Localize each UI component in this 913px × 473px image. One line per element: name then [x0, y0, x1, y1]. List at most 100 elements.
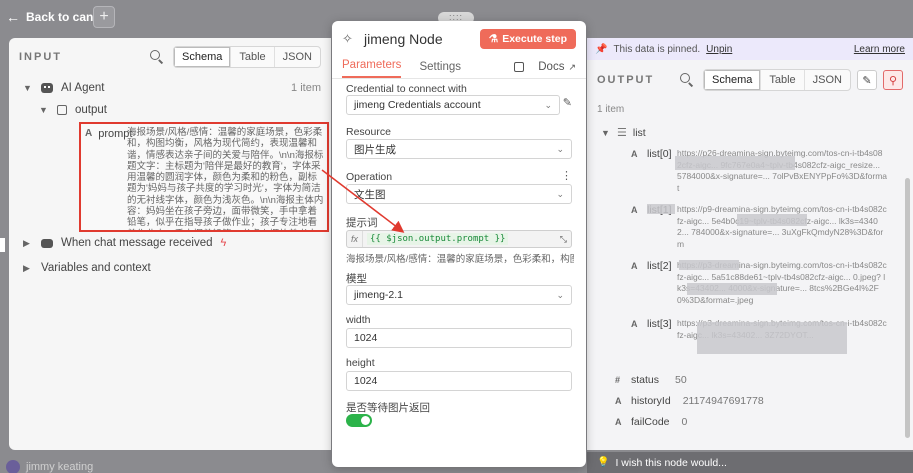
tree-output[interactable]: ▼ output	[39, 104, 107, 116]
node-type-icon: ✧	[342, 31, 353, 46]
input-view-json[interactable]: JSON	[275, 47, 320, 67]
prompt-key: A prompt	[85, 128, 132, 140]
operation-label: Operation	[346, 171, 393, 183]
operation-value: 文生图	[354, 188, 386, 201]
resource-select[interactable]: 图片生成 ⌄	[346, 139, 572, 159]
list-item[interactable]: A list[3]	[631, 318, 672, 330]
tree-variables[interactable]: ▶ Variables and context	[23, 262, 151, 274]
canvas-edge	[0, 238, 5, 252]
field-history-id[interactable]: A historyId 21174947691778	[615, 395, 764, 407]
pin-icon: ⚲	[888, 74, 898, 87]
height-value: 1024	[354, 375, 378, 387]
learn-more-link[interactable]: Learn more	[854, 44, 905, 55]
wait-toggle[interactable]	[346, 414, 372, 427]
list-item-key: list[3]	[647, 318, 672, 330]
node-settings-panel: ✧ jimeng Node ⚗ Execute step Parameters …	[332, 21, 586, 467]
operation-select[interactable]: 文生图 ⌄	[346, 184, 572, 204]
unpin-link[interactable]: Unpin	[706, 44, 732, 55]
chevron-down-icon: ⌄	[556, 143, 564, 154]
docs-link[interactable]: Docs ↗	[514, 61, 576, 73]
history-key: historyId	[631, 395, 671, 407]
field-fail-code[interactable]: A failCode 0	[615, 416, 687, 428]
input-view-table[interactable]: Table	[231, 47, 275, 67]
list-item-key: list[2]	[647, 260, 672, 272]
list-item-key: list[0]	[647, 148, 672, 160]
history-value: 21174947691778	[682, 395, 764, 407]
user-menu[interactable]: jimmy keating	[6, 460, 93, 473]
expand-icon[interactable]: ⤡	[560, 234, 567, 245]
width-label: width	[346, 314, 371, 326]
height-input[interactable]: 1024	[346, 371, 572, 391]
credential-select[interactable]: jimeng Credentials account ⌄	[346, 95, 560, 115]
node-title[interactable]: jimeng Node	[364, 31, 472, 47]
object-icon	[57, 105, 67, 115]
robot-icon	[41, 83, 53, 93]
status-value: 50	[675, 374, 687, 386]
chevron-down-icon: ▼	[23, 83, 32, 93]
output-view-schema[interactable]: Schema	[704, 70, 762, 90]
plus-icon: +	[99, 8, 109, 25]
output-scrollbar[interactable]	[905, 178, 910, 438]
node-tabs: Parameters Settings Docs ↗	[332, 57, 586, 79]
input-view-schema[interactable]: Schema	[174, 47, 232, 67]
edit-output-button[interactable]: ✎	[857, 70, 877, 90]
output-title: OUTPUT	[597, 74, 655, 86]
pin-data-button[interactable]: ⚲	[883, 70, 903, 90]
ai-agent-label: AI Agent	[61, 82, 105, 94]
redacted-blur	[675, 156, 795, 170]
string-type-icon: A	[631, 205, 638, 215]
width-input[interactable]: 1024	[346, 328, 572, 348]
input-title: INPUT	[19, 51, 62, 63]
redacted-blur	[737, 214, 807, 226]
chevron-down-icon: ▼	[601, 127, 610, 138]
pencil-icon: ✎	[862, 74, 872, 87]
output-count: 1 item	[597, 104, 625, 115]
tab-parameters[interactable]: Parameters	[342, 59, 402, 78]
feedback-label: I wish this node would...	[615, 456, 727, 469]
node-header: ✧ jimeng Node ⚗ Execute step	[332, 21, 586, 57]
search-icon[interactable]	[149, 49, 165, 65]
prompt-expression-input[interactable]: fx {{ $json.output.prompt }} ⤡	[346, 230, 572, 248]
edit-credential-icon[interactable]: ✎	[563, 96, 572, 109]
flask-icon: ⚗	[488, 33, 499, 45]
lightbulb-icon: 💡	[597, 457, 610, 468]
list-item[interactable]: A list[0]	[631, 148, 672, 160]
resource-label: Resource	[346, 126, 391, 138]
tab-settings[interactable]: Settings	[419, 61, 461, 78]
model-value: jimeng-2.1	[354, 289, 404, 301]
search-icon[interactable]	[679, 72, 695, 88]
avatar	[6, 460, 20, 473]
redacted-blur	[687, 283, 777, 295]
more-options-icon[interactable]: ⋮	[561, 169, 572, 182]
list-icon: ☰	[617, 127, 627, 139]
chat-icon	[41, 238, 53, 248]
chat-trigger-label: When chat message received	[61, 237, 213, 249]
tree-list[interactable]: ▼ ☰ list	[601, 126, 646, 140]
execute-step-button[interactable]: ⚗ Execute step	[479, 29, 576, 49]
fail-key: failCode	[631, 416, 670, 428]
prompt-param-label: 提示词	[346, 217, 378, 229]
output-header: OUTPUT Schema Table JSON ✎ ⚲	[587, 60, 913, 100]
output-view-json[interactable]: JSON	[805, 70, 850, 90]
resource-value: 图片生成	[354, 143, 396, 156]
model-select[interactable]: jimeng-2.1 ⌄	[346, 285, 572, 305]
wait-label: 是否等待图片返回	[346, 402, 430, 414]
expression-icon: fx	[347, 231, 363, 247]
package-icon	[514, 62, 525, 72]
bolt-icon: ϟ	[220, 237, 227, 249]
add-node-button[interactable]: +	[93, 6, 115, 28]
output-view-table[interactable]: Table	[761, 70, 805, 90]
credential-value: jimeng Credentials account	[354, 99, 481, 111]
feedback-bar[interactable]: 💡 I wish this node would...	[587, 452, 913, 473]
output-label: output	[75, 104, 107, 116]
pinned-banner: 📌 This data is pinned. Unpin Learn more	[587, 38, 913, 60]
tree-ai-agent[interactable]: ▼ AI Agent	[23, 82, 104, 94]
redacted-blur	[679, 260, 739, 270]
prompt-field-highlight[interactable]: A prompt 海报场景/风格/感情：温馨的家庭场景，色彩柔和，构图均衡，风格…	[79, 122, 329, 232]
output-panel: 📌 This data is pinned. Unpin Learn more …	[587, 38, 913, 450]
tree-chat-trigger[interactable]: ▶ When chat message received ϟ	[23, 237, 226, 249]
string-type-icon: A	[85, 128, 93, 139]
string-type-icon: A	[615, 417, 622, 427]
field-status[interactable]: # status 50	[615, 374, 687, 386]
list-item[interactable]: A list[2]	[631, 260, 672, 272]
